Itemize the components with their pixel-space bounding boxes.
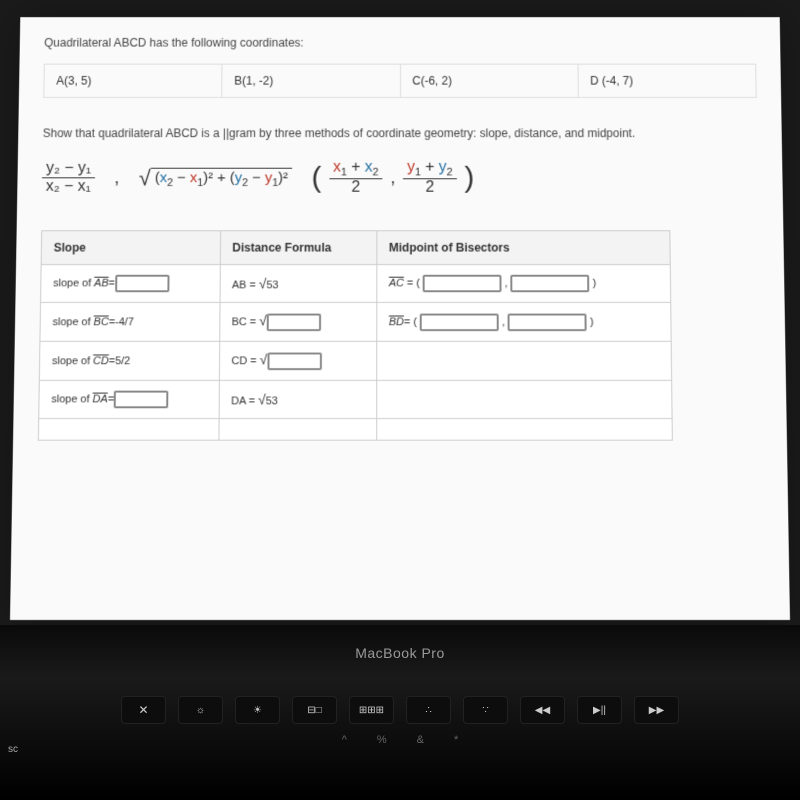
radical-icon: √ (260, 352, 268, 368)
coord-a: A(3, 5) (44, 65, 222, 97)
worksheet-screen: Quadrilateral ABCD has the following coo… (10, 17, 790, 620)
midpoint-ac-y-input[interactable] (511, 275, 590, 292)
radical-icon: √ (259, 313, 267, 329)
distance-formula: √ (x2 − x1)² + (y2 − y1)² (139, 165, 292, 190)
radical-icon: √ (139, 165, 151, 190)
keyboard-dim-key[interactable]: ∴ (406, 696, 451, 724)
table-row: slope of DA= DA = √53 (39, 381, 672, 419)
formula-row: y₂ − y₁ x₂ − x₁ , √ (x2 − x1)² + (y2 − y… (42, 159, 759, 197)
slope-ab-input[interactable] (115, 275, 169, 292)
touchbar-row: ✕ ☼ ☀ ⊟□ ⊞⊞⊞ ∴ ∵ ◀◀ ▶|| ▶▶ (0, 696, 800, 724)
laptop-brand-label: MacBook Pro (0, 625, 800, 661)
header-slope: Slope (41, 231, 220, 265)
keyboard-bright-key[interactable]: ∵ (463, 696, 508, 724)
launchpad-key[interactable]: ⊞⊞⊞ (349, 696, 394, 724)
answer-table: Slope Distance Formula Midpoint of Bisec… (38, 230, 673, 441)
cd-distance-input[interactable] (267, 353, 321, 371)
midpoint-bd-x-input[interactable] (420, 313, 499, 331)
coord-d: D (-4, 7) (578, 65, 755, 97)
bc-distance-input[interactable] (267, 314, 321, 332)
brightness-up-key[interactable]: ☀ (235, 696, 280, 724)
question-prompt: Quadrilateral ABCD has the following coo… (44, 36, 756, 49)
play-pause-key[interactable]: ▶|| (577, 696, 622, 724)
close-key[interactable]: ✕ (121, 696, 166, 724)
coord-c: C(-6, 2) (400, 65, 578, 97)
midpoint-formula: ( x1 + x2 2 , y1 + y2 2 ) (311, 159, 474, 197)
coordinates-table: A(3, 5) B(1, -2) C(-6, 2) D (-4, 7) (43, 64, 756, 98)
brightness-down-key[interactable]: ☼ (178, 696, 223, 724)
number-row-partial: ^ % & * (0, 734, 800, 746)
formula-sep: , (114, 168, 119, 188)
mission-control-key[interactable]: ⊟□ (292, 696, 337, 724)
prev-track-key[interactable]: ◀◀ (520, 696, 565, 724)
midpoint-bd-y-input[interactable] (508, 313, 587, 331)
table-row: slope of CD=5/2 CD = √ (39, 342, 671, 381)
header-midpoint: Midpoint of Bisectors (377, 231, 671, 265)
slope-da-input[interactable] (114, 391, 169, 409)
table-row: slope of AB= AB = √53 AC = ( , ) (41, 265, 671, 303)
coord-b: B(1, -2) (222, 65, 400, 97)
header-distance: Distance Formula (220, 231, 377, 265)
instruction-text: Show that quadrilateral ABCD is a ||gram… (43, 127, 758, 140)
laptop-chassis: MacBook Pro ✕ ☼ ☀ ⊟□ ⊞⊞⊞ ∴ ∵ ◀◀ ▶|| ▶▶ s… (0, 625, 800, 800)
next-track-key[interactable]: ▶▶ (634, 696, 679, 724)
table-row (38, 419, 672, 441)
esc-label: sc (8, 744, 18, 755)
table-row: slope of BC=-4/7 BC = √ BD= ( , ) (40, 303, 671, 342)
midpoint-ac-x-input[interactable] (423, 275, 502, 292)
slope-formula: y₂ − y₁ x₂ − x₁ (42, 160, 95, 196)
